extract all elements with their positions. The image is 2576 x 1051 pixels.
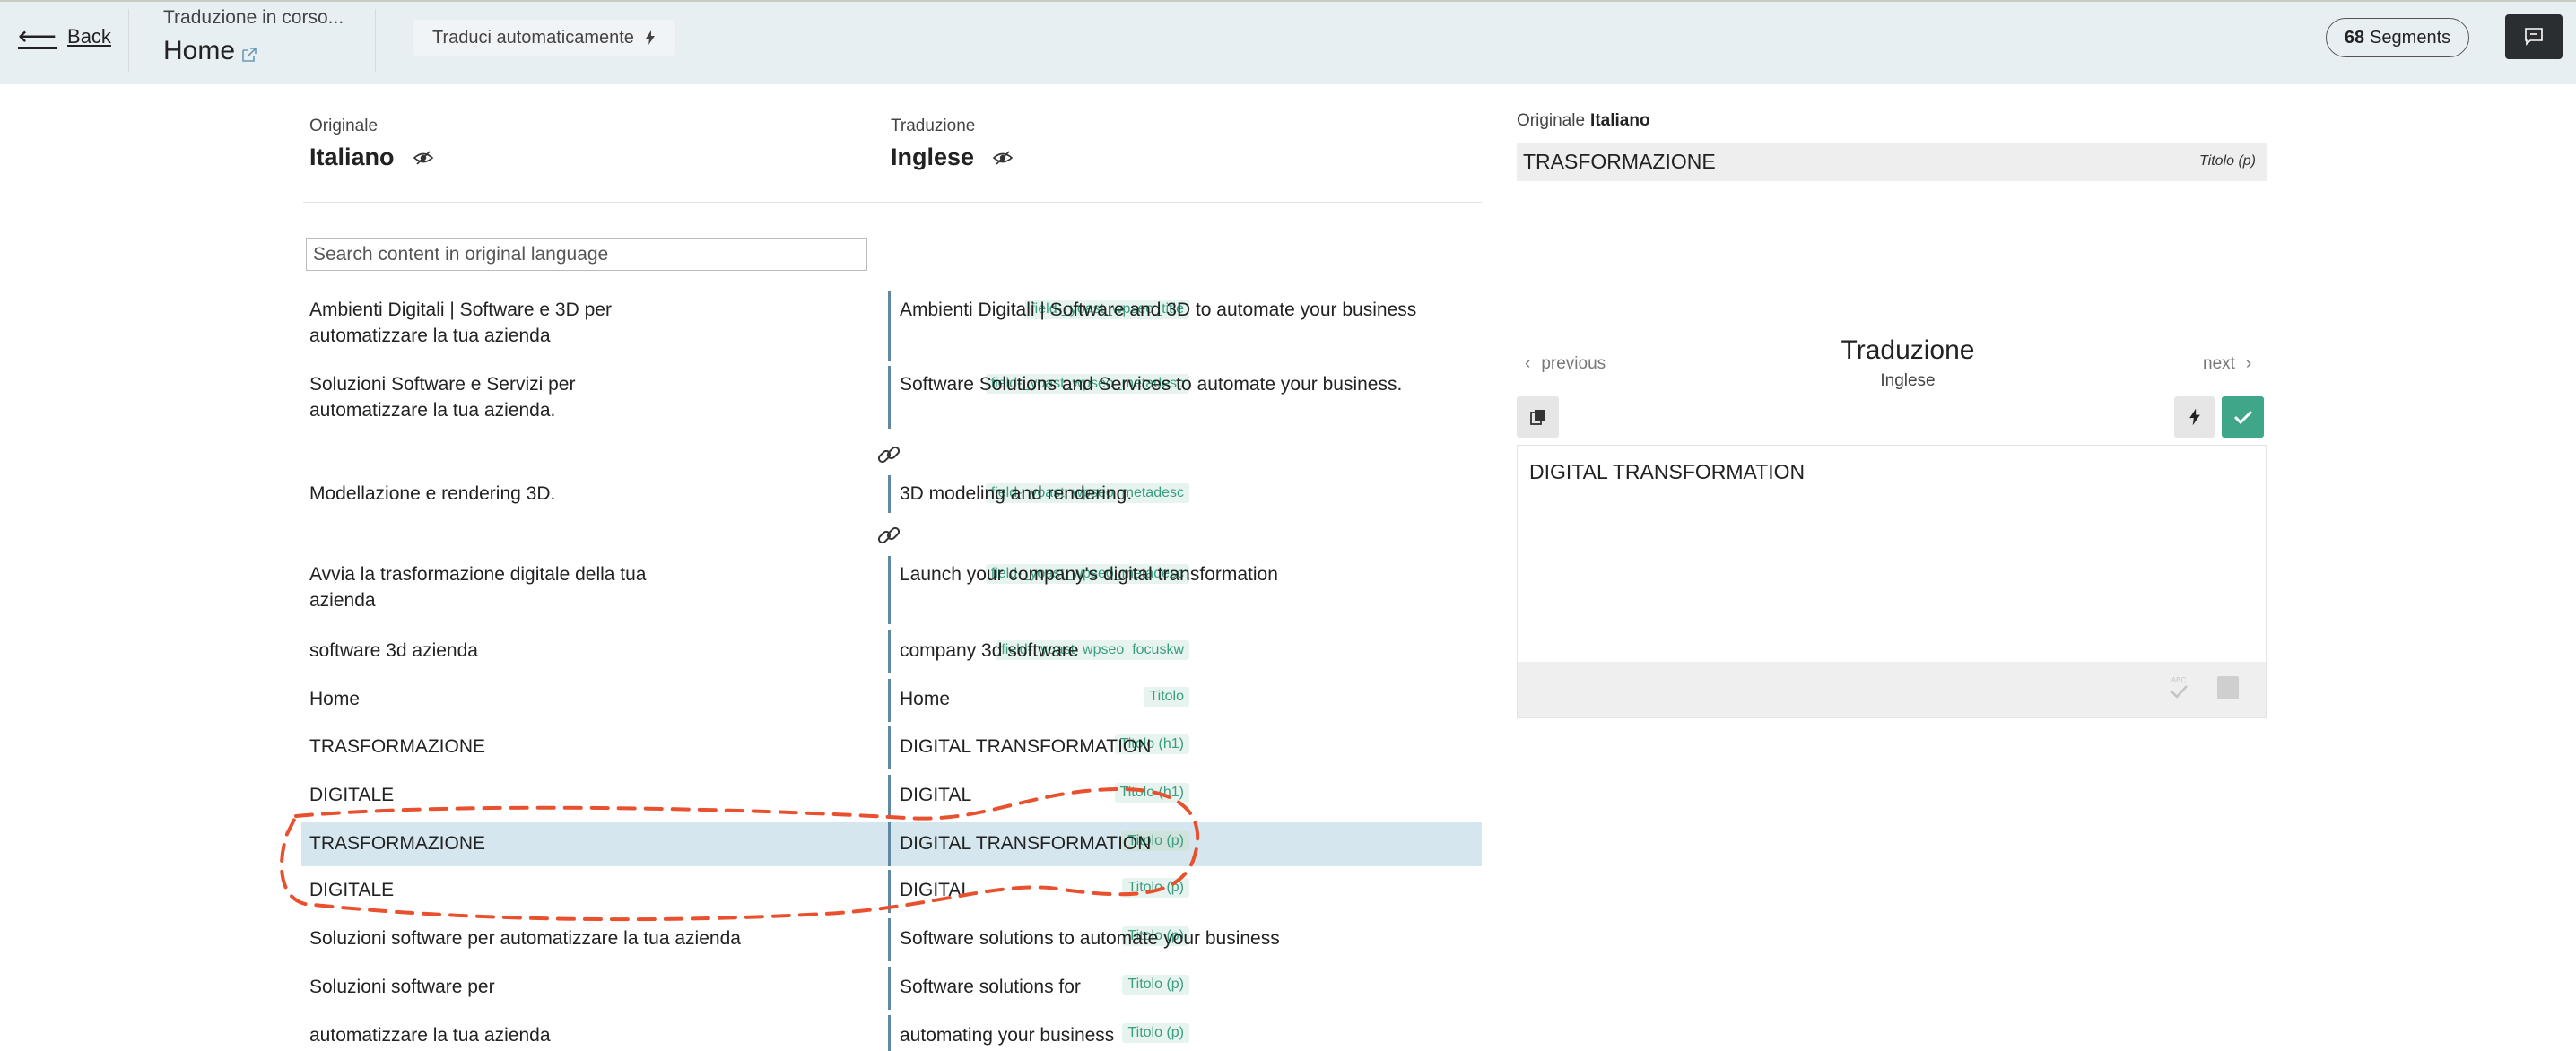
chevron-right-icon: ›: [2245, 354, 2252, 373]
spellcheck-icon[interactable]: ABC: [2167, 674, 2190, 701]
panel-original-lang: Italiano: [1590, 111, 1650, 130]
bolt-icon: [2189, 408, 2200, 426]
previous-label: previous: [1541, 354, 1606, 373]
copy-original-button[interactable]: [1517, 396, 1559, 438]
translation-panel-lang: Inglese: [1880, 371, 1936, 390]
translation-panel-title: Traduzione: [1841, 335, 1975, 365]
spellcheck-label: ABC: [2171, 676, 2187, 684]
editor-footer: ABC: [1518, 662, 2266, 717]
copy-icon: [1529, 410, 1545, 425]
original-text: TRASFORMAZIONE: [1523, 150, 1716, 173]
next-label: next: [2203, 354, 2235, 373]
previous-button[interactable]: ‹ previous: [1525, 354, 1606, 374]
confirm-button[interactable]: [2222, 396, 2264, 438]
panel-original-label: Originale Italiano: [1517, 111, 1650, 131]
original-text-box: TRASFORMAZIONE Titolo (p): [1517, 143, 2267, 181]
machine-translate-button[interactable]: [2174, 396, 2215, 438]
next-button[interactable]: next ›: [2203, 354, 2251, 374]
translation-editor[interactable]: DIGITAL TRANSFORMATION ABC: [1517, 445, 2267, 718]
translation-text[interactable]: DIGITAL TRANSFORMATION: [1529, 460, 1805, 484]
panel-original-label-text: Originale: [1517, 111, 1586, 130]
original-tag: Titolo (p): [2199, 153, 2256, 169]
image-icon[interactable]: [2217, 676, 2239, 699]
chevron-left-icon: ‹: [1525, 354, 1531, 373]
check-icon: [2233, 410, 2252, 425]
